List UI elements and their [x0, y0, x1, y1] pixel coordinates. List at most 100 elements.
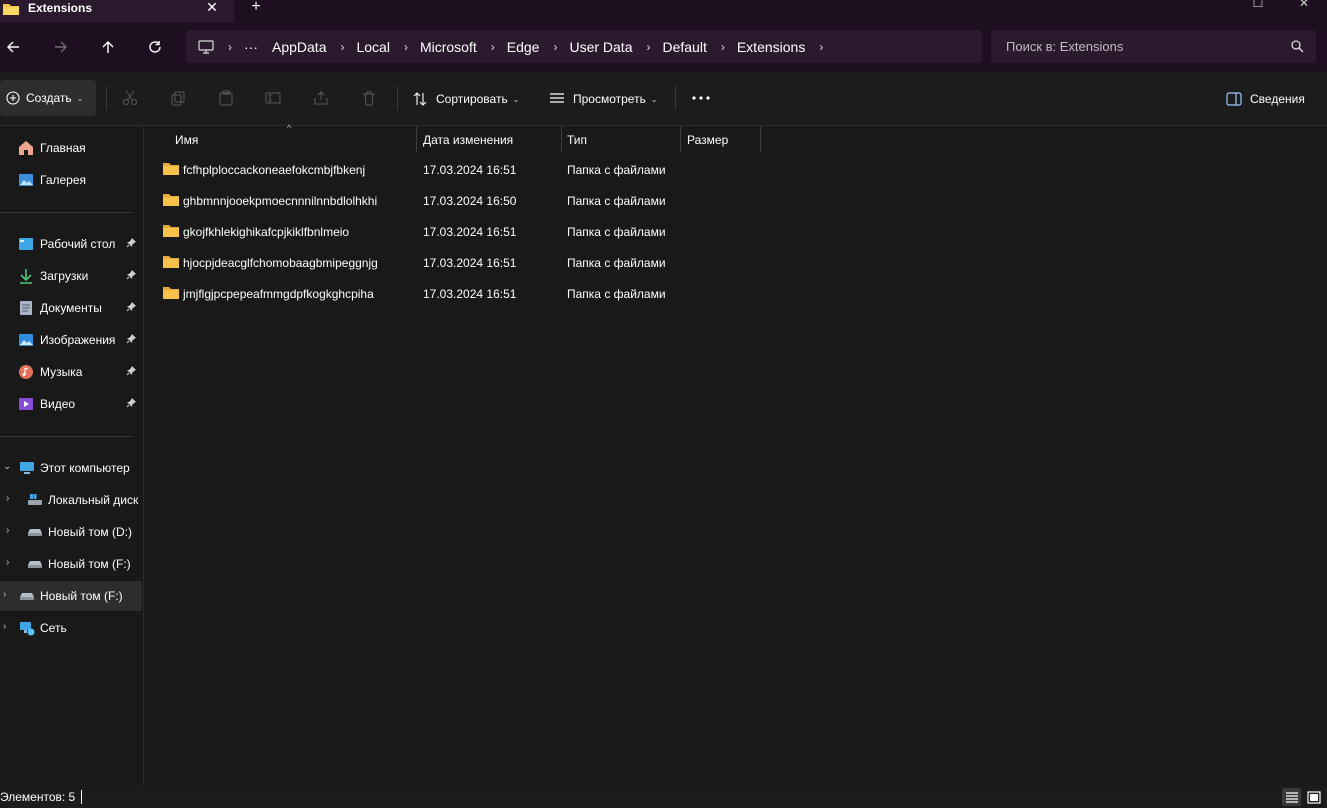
- breadcrumb-appdata[interactable]: AppData: [266, 39, 334, 55]
- chevron-right-icon[interactable]: ›: [3, 621, 6, 632]
- computer-icon: [20, 462, 34, 474]
- sidebar-item-label: Музыка: [40, 365, 83, 379]
- computer-icon[interactable]: [190, 39, 222, 54]
- breadcrumb-local[interactable]: Local: [350, 39, 397, 55]
- chevron-right-icon[interactable]: ›: [640, 40, 656, 54]
- maximize-icon[interactable]: ☐: [1250, 0, 1266, 10]
- view-button[interactable]: Просмотреть ⌄: [549, 88, 658, 110]
- more-icon: [692, 96, 710, 100]
- chevron-right-icon[interactable]: ›: [398, 40, 414, 54]
- refresh-button[interactable]: [142, 34, 168, 60]
- sidebar-item-drive-f[interactable]: › Новый том (F:): [0, 549, 142, 579]
- chevron-right-icon[interactable]: ›: [715, 40, 731, 54]
- file-type: Папка с файлами: [567, 225, 666, 239]
- rename-button[interactable]: [262, 87, 284, 109]
- pin-icon[interactable]: [126, 333, 137, 347]
- table-row[interactable]: hjocpjdeacglfchomobaagbmipeggnjg 17.03.2…: [160, 248, 760, 279]
- chevron-down-icon: ⌄: [76, 93, 84, 103]
- details-pane-button[interactable]: Сведения: [1226, 88, 1305, 110]
- pin-icon[interactable]: [126, 365, 137, 379]
- sidebar-item-drive-f-root[interactable]: › Новый том (F:): [0, 581, 142, 611]
- chevron-right-icon[interactable]: ›: [813, 40, 829, 54]
- forward-button[interactable]: [48, 34, 74, 60]
- close-window-icon[interactable]: ✕: [1296, 0, 1312, 10]
- chevron-right-icon[interactable]: ›: [6, 525, 9, 536]
- chevron-right-icon[interactable]: ›: [485, 40, 501, 54]
- sort-ascending-icon: ^: [287, 123, 292, 133]
- sidebar-item-pictures[interactable]: Изображения: [0, 325, 142, 355]
- breadcrumb-edge[interactable]: Edge: [501, 39, 548, 55]
- sidebar-item-home[interactable]: Главная: [0, 133, 142, 163]
- item-count: Элементов: 5: [0, 790, 76, 804]
- share-button[interactable]: [310, 87, 332, 109]
- view-label: Просмотреть: [573, 92, 646, 106]
- chevron-down-icon[interactable]: ⌄: [3, 461, 11, 472]
- new-tab-button[interactable]: +: [248, 0, 264, 15]
- sidebar-item-label: Этот компьютер: [40, 461, 130, 475]
- sort-button[interactable]: Сортировать ⌄: [412, 88, 519, 110]
- table-row[interactable]: gkojfkhlekighikafcpjkiklfbnlmeio 17.03.2…: [160, 217, 760, 248]
- sidebar-item-drive-d[interactable]: › Новый том (D:): [0, 517, 142, 547]
- column-header-date[interactable]: Дата изменения: [417, 126, 561, 152]
- sidebar-item-local-disk[interactable]: › Локальный диск: [0, 485, 142, 515]
- breadcrumb-extensions[interactable]: Extensions: [731, 39, 813, 55]
- up-button[interactable]: [95, 34, 121, 60]
- breadcrumb-microsoft[interactable]: Microsoft: [414, 39, 485, 55]
- sidebar-item-this-pc[interactable]: ⌄ Этот компьютер: [0, 453, 142, 483]
- pin-icon[interactable]: [126, 269, 137, 283]
- drive-icon: [28, 561, 42, 568]
- sidebar-item-documents[interactable]: Документы: [0, 293, 142, 323]
- table-row[interactable]: fcfhplploccackoneaefokcmbjfbkenj 17.03.2…: [160, 155, 760, 186]
- tiles-view-button[interactable]: [1304, 788, 1323, 806]
- column-header-size[interactable]: Размер: [681, 126, 761, 152]
- tab-extensions[interactable]: Extensions ✕: [0, 0, 234, 22]
- search-input[interactable]: Поиск в: Extensions: [1006, 39, 1123, 54]
- breadcrumb[interactable]: › ··· AppData › Local › Microsoft › Edge…: [186, 30, 982, 63]
- sidebar-item-network[interactable]: › Сеть: [0, 613, 142, 643]
- chevron-right-icon[interactable]: ›: [334, 40, 350, 54]
- sidebar-item-music[interactable]: Музыка: [0, 357, 142, 387]
- sidebar-item-label: Новый том (D:): [48, 525, 132, 539]
- column-header-type[interactable]: Тип: [562, 126, 680, 152]
- chevron-right-icon[interactable]: ›: [547, 40, 563, 54]
- file-name: fcfhplploccackoneaefokcmbjfbkenj: [183, 163, 366, 177]
- paste-button[interactable]: [215, 87, 237, 109]
- pin-icon[interactable]: [126, 237, 137, 251]
- copy-button[interactable]: [167, 87, 189, 109]
- navigation-pane: Главная Галерея Рабочий стол Загрузки До…: [0, 126, 144, 786]
- divider: [397, 86, 398, 110]
- details-view-icon: [1285, 792, 1298, 803]
- breadcrumb-overflow[interactable]: ···: [238, 39, 266, 55]
- create-button[interactable]: Создать ⌄: [0, 80, 96, 116]
- breadcrumb-user-data[interactable]: User Data: [563, 39, 640, 55]
- chevron-right-icon[interactable]: ›: [6, 557, 9, 568]
- pin-icon[interactable]: [126, 397, 137, 411]
- pin-icon[interactable]: [126, 301, 137, 315]
- breadcrumb-default[interactable]: Default: [656, 39, 714, 55]
- search-box[interactable]: Поиск в: Extensions: [991, 30, 1316, 63]
- column-header-name[interactable]: Имя ^: [144, 123, 416, 152]
- chevron-right-icon[interactable]: ›: [6, 493, 9, 504]
- folder-icon: [163, 286, 179, 302]
- arrow-left-icon: [7, 41, 19, 53]
- column-header-label: Дата изменения: [423, 133, 514, 147]
- table-row[interactable]: jmjflgjpcpepeafmmgdpfkogkghcpiha 17.03.2…: [160, 279, 760, 310]
- sidebar-item-videos[interactable]: Видео: [0, 389, 142, 419]
- music-icon: [19, 365, 33, 379]
- table-row[interactable]: ghbmnnjooekpmoecnnnilnnbdlolhkhi 17.03.2…: [160, 186, 760, 217]
- close-tab-icon[interactable]: ✕: [204, 0, 220, 16]
- back-button[interactable]: [0, 34, 26, 60]
- delete-button[interactable]: [358, 87, 380, 109]
- file-type: Папка с файлами: [567, 256, 666, 270]
- status-bar: Элементов: 5: [0, 786, 1327, 808]
- plus-circle-icon: [6, 91, 20, 105]
- sidebar-item-desktop[interactable]: Рабочий стол: [0, 229, 142, 259]
- cut-button[interactable]: [119, 87, 141, 109]
- chevron-right-icon[interactable]: ›: [3, 589, 6, 600]
- more-options-button[interactable]: [690, 87, 712, 109]
- sidebar-item-gallery[interactable]: Галерея: [0, 165, 142, 195]
- details-view-button[interactable]: [1282, 788, 1301, 806]
- sidebar-item-downloads[interactable]: Загрузки: [0, 261, 142, 291]
- search-icon[interactable]: [1291, 40, 1304, 56]
- column-divider[interactable]: [760, 126, 761, 152]
